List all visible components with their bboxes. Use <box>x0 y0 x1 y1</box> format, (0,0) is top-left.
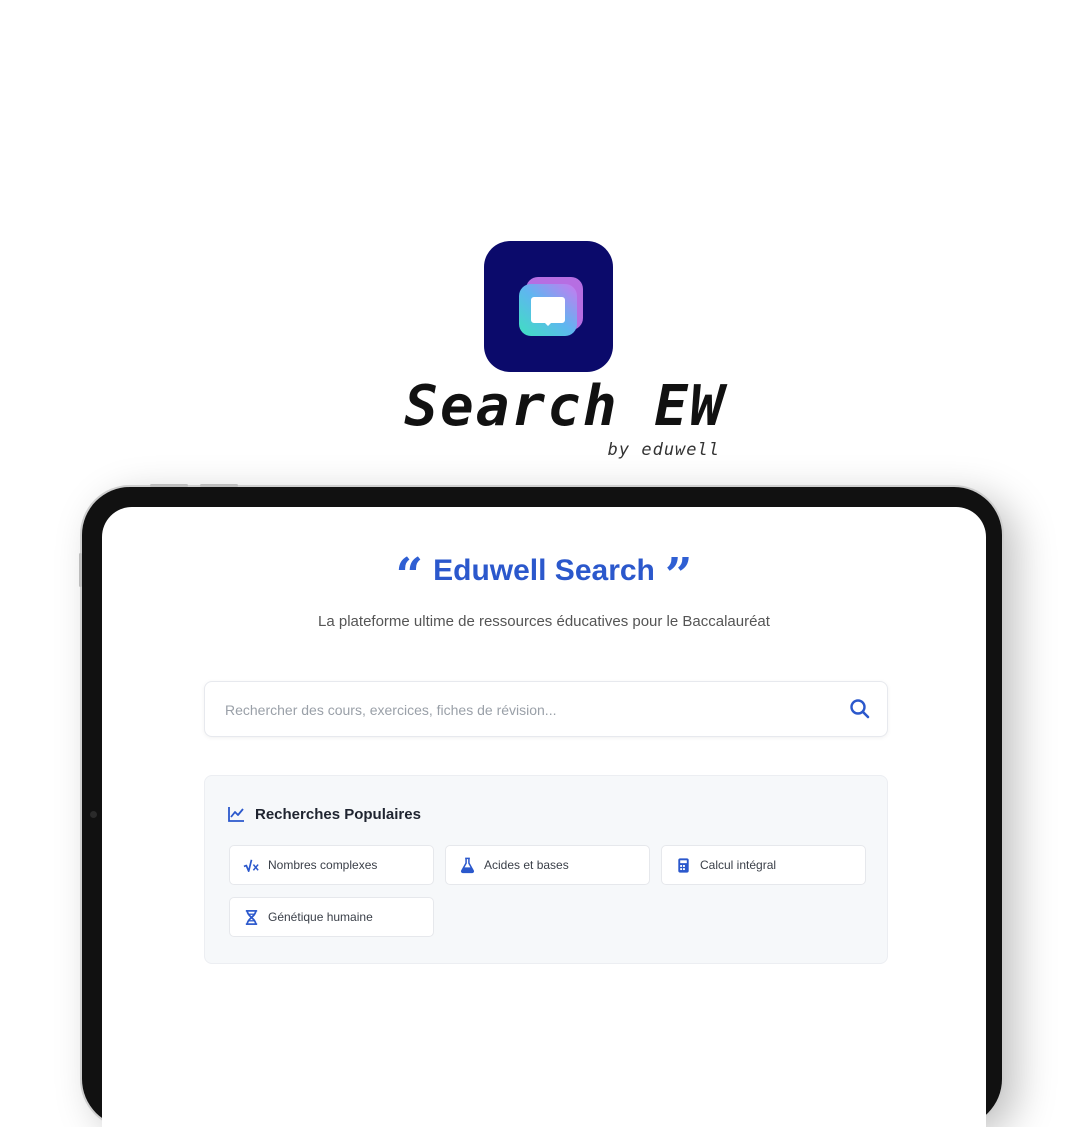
calculator-icon <box>678 857 689 873</box>
dna-icon <box>245 909 258 925</box>
side-button <box>79 553 82 587</box>
popular-item-label: Acides et bases <box>484 858 569 872</box>
popular-item-acides-et-bases[interactable]: Acides et bases <box>445 845 650 885</box>
trend-chart-icon <box>228 807 244 822</box>
popular-item-genetique-humaine[interactable]: Génétique humaine <box>229 897 434 937</box>
popular-item-nombres-complexes[interactable]: Nombres complexes <box>229 845 434 885</box>
volume-up-button <box>150 484 188 487</box>
popular-item-label: Nombres complexes <box>268 858 378 872</box>
search-button[interactable] <box>847 696 873 722</box>
tablet-screen: “Eduwell Search” La plateforme ultime de… <box>102 507 986 1127</box>
flask-icon <box>460 857 475 873</box>
search-icon <box>850 699 870 719</box>
popular-searches-title: Recherches Populaires <box>255 805 421 823</box>
close-quote-icon: ” <box>664 548 693 604</box>
popular-item-label: Calcul intégral <box>700 858 777 872</box>
popular-item-label: Génétique humaine <box>268 910 373 924</box>
volume-down-button <box>200 484 238 487</box>
search-input[interactable] <box>223 682 827 738</box>
page-title: “Eduwell Search” <box>102 551 986 600</box>
popular-item-calcul-integral[interactable]: Calcul intégral <box>661 845 866 885</box>
popular-searches-header: Recherches Populaires <box>227 802 421 826</box>
app-icon <box>484 241 613 372</box>
square-root-icon <box>243 859 259 872</box>
camera-dot <box>90 811 97 818</box>
popular-searches-panel: Recherches Populaires Nombres complexes … <box>204 775 888 964</box>
open-quote-icon: “ <box>395 548 424 604</box>
tablet-frame: “Eduwell Search” La plateforme ultime de… <box>79 484 1002 1127</box>
page-subtitle: La plateforme ultime de ressources éduca… <box>318 613 770 630</box>
search-box <box>204 681 888 738</box>
brand-subtitle: by eduwell <box>607 440 720 460</box>
brand-title: Search EW <box>404 374 726 439</box>
page-title-text: Eduwell Search <box>433 554 655 587</box>
book-icon <box>519 277 583 336</box>
